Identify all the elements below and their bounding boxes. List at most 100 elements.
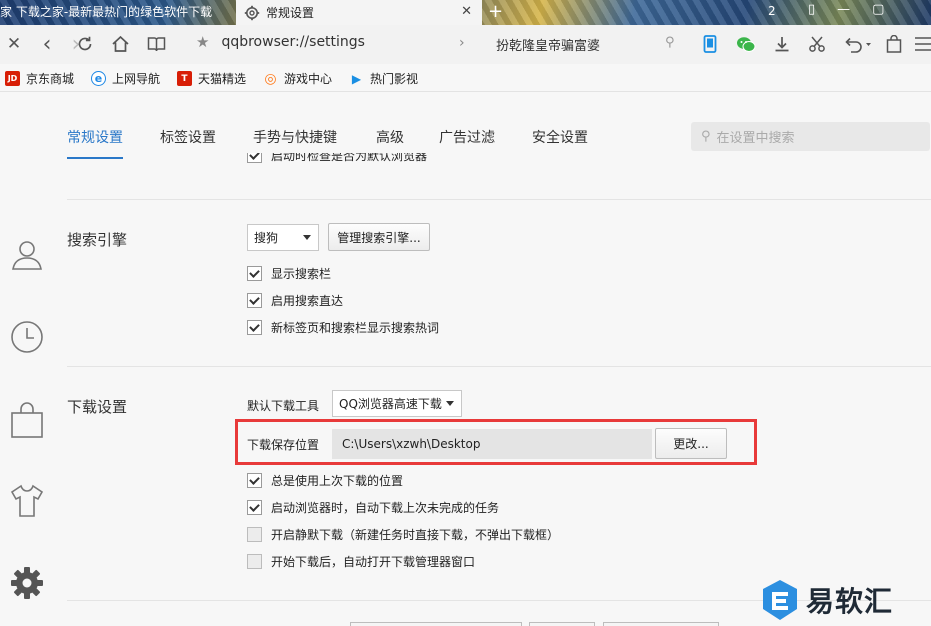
bookmark-label: 上网导航: [112, 72, 161, 86]
option-label: 显示搜索栏: [271, 267, 332, 281]
option-search-direct[interactable]: 启用搜索直达: [247, 292, 343, 309]
close-icon[interactable]: ✕: [461, 4, 472, 19]
favorite-star-icon[interactable]: ★: [196, 33, 209, 51]
bookmark-games[interactable]: ◎ 游戏中心: [263, 70, 332, 87]
wechat-icon[interactable]: [736, 34, 756, 54]
watermark: 易软汇: [760, 578, 893, 622]
option-label: 总是使用上次下载的位置: [271, 474, 404, 488]
tab-general[interactable]: 常规设置: [67, 127, 123, 159]
jd-icon: JD: [5, 71, 20, 86]
section-divider: [67, 366, 931, 367]
window-controls: ▯ — ▢: [808, 2, 884, 17]
tshirt-icon[interactable]: [9, 483, 45, 519]
shopping-bag-icon[interactable]: [9, 402, 45, 438]
option-show-search-bar[interactable]: 显示搜索栏: [247, 265, 331, 282]
tab-title: 常规设置: [266, 6, 315, 20]
download-tool-select[interactable]: QQ浏览器高速下载: [332, 390, 462, 417]
option-label: 开始下载后，自动打开下载管理器窗口: [271, 555, 476, 569]
user-icon[interactable]: [9, 236, 45, 272]
history-clock-icon[interactable]: [9, 319, 45, 355]
bookmark-jd[interactable]: JD 京东商城: [5, 70, 74, 87]
gamepad-icon: ◎: [264, 70, 277, 87]
new-tab-icon[interactable]: +: [488, 1, 503, 22]
checkbox[interactable]: [247, 554, 262, 569]
menu-icon[interactable]: [913, 34, 931, 54]
checkbox[interactable]: [247, 320, 262, 335]
bookmark-label: 京东商城: [26, 72, 75, 86]
download-tool-label: 默认下载工具: [247, 399, 320, 413]
option-label: 启动浏览器时，自动下载上次未完成的任务: [271, 501, 500, 515]
bookmark-label: 天猫精选: [198, 72, 247, 86]
checkbox[interactable]: [247, 153, 262, 163]
phone-icon[interactable]: [700, 34, 720, 54]
chevron-right-icon[interactable]: ›: [459, 35, 465, 51]
skin-icon[interactable]: ▯: [808, 2, 815, 17]
download-icon[interactable]: [772, 34, 792, 54]
tab-settings[interactable]: 常规设置 ✕: [236, 0, 482, 25]
bookmark-videos[interactable]: ▶ 热门影视: [349, 70, 418, 87]
cut-off-option: 启动时检查是否为默认浏览器: [247, 153, 447, 167]
undo-icon[interactable]: [843, 34, 873, 54]
tab-count: 2: [768, 4, 776, 18]
address-bar[interactable]: ★ qqbrowser://settings: [196, 33, 365, 51]
dropdown-arrow-icon: [303, 235, 311, 240]
tab-downloads-site[interactable]: 家 下载之家-最新最热门的绿色软件下载: [0, 0, 234, 25]
bottom-button[interactable]: [529, 622, 595, 626]
bottom-button[interactable]: [603, 622, 719, 626]
minimize-icon[interactable]: —: [837, 2, 850, 17]
bookmark-tmall[interactable]: T 天猫精选: [177, 70, 246, 87]
option-label: 开启静默下载（新建任务时直接下载，不弹出下载框）: [271, 528, 560, 542]
address-text: qqbrowser://settings: [221, 34, 365, 50]
play-icon: ▶: [351, 71, 362, 86]
bookmarks-book-icon[interactable]: [146, 34, 166, 54]
tab-advanced[interactable]: 高级: [376, 127, 404, 147]
tab-title: 家 下载之家-最新最热门的绿色软件下载: [0, 5, 213, 19]
checkbox[interactable]: [247, 527, 262, 542]
bookmarks-bar: JD 京东商城 e 上网导航 T 天猫精选 ◎ 游戏中心 ▶ 热门影视: [0, 64, 931, 92]
settings-search-input[interactable]: ⚲ 在设置中搜索: [691, 122, 930, 151]
option-label: 启动时检查是否为默认浏览器: [271, 153, 428, 163]
tab-gestures[interactable]: 手势与快捷键: [253, 127, 337, 147]
left-sidebar: [0, 93, 55, 626]
watermark-logo: [763, 580, 797, 620]
section-title-search-engine: 搜索引擎: [67, 231, 128, 249]
gear-icon: [244, 5, 260, 20]
option-resume-downloads[interactable]: 启动浏览器时，自动下载上次未完成的任务: [247, 499, 499, 516]
option-last-location[interactable]: 总是使用上次下载的位置: [247, 472, 403, 489]
select-value: 搜狗: [254, 231, 279, 245]
toolbar: ✕ ‹ › ★ qqbrowser://settings › 扮乾隆皇帝骗富婆 …: [0, 25, 931, 64]
search-input[interactable]: 扮乾隆皇帝骗富婆: [496, 35, 600, 54]
section-title-download: 下载设置: [67, 398, 128, 416]
bag-icon[interactable]: [884, 34, 904, 54]
search-icon[interactable]: ⚲: [665, 35, 675, 50]
back-icon[interactable]: ‹: [37, 32, 57, 57]
option-open-manager[interactable]: 开始下载后，自动打开下载管理器窗口: [247, 553, 475, 570]
manage-search-engines-button[interactable]: 管理搜索引擎...: [328, 223, 430, 251]
watermark-text: 易软汇: [806, 585, 894, 618]
settings-search-placeholder: 在设置中搜索: [716, 131, 795, 146]
checkbox[interactable]: [247, 266, 262, 281]
bottom-button[interactable]: [350, 622, 522, 626]
tab-adblock[interactable]: 广告过滤: [439, 127, 495, 147]
checkbox[interactable]: [247, 500, 262, 515]
checkbox[interactable]: [247, 293, 262, 308]
tmall-icon: T: [177, 71, 192, 86]
option-hot-words[interactable]: 新标签页和搜索栏显示搜索热词: [247, 319, 439, 336]
home-icon[interactable]: [110, 34, 130, 54]
close-page-icon[interactable]: ✕: [4, 34, 24, 54]
scissors-icon[interactable]: [807, 34, 827, 54]
search-engine-select[interactable]: 搜狗: [247, 224, 319, 251]
tab-tabs[interactable]: 标签设置: [160, 127, 216, 147]
tab-security[interactable]: 安全设置: [532, 127, 588, 147]
refresh-icon[interactable]: [75, 34, 95, 54]
tab-strip: 家 下载之家-最新最热门的绿色软件下载 常规设置 ✕ + 2 ▯ — ▢: [0, 0, 931, 25]
option-silent-download[interactable]: 开启静默下载（新建任务时直接下载，不弹出下载框）: [247, 526, 559, 543]
settings-gear-icon[interactable]: [9, 565, 45, 601]
option-label: 新标签页和搜索栏显示搜索热词: [271, 321, 440, 335]
dropdown-arrow-icon: [446, 401, 454, 406]
bookmark-nav[interactable]: e 上网导航: [91, 70, 160, 87]
maximize-icon[interactable]: ▢: [872, 2, 884, 17]
annotation-highlight-box: [235, 419, 757, 465]
select-value: QQ浏览器高速下载: [339, 397, 442, 411]
checkbox[interactable]: [247, 473, 262, 488]
